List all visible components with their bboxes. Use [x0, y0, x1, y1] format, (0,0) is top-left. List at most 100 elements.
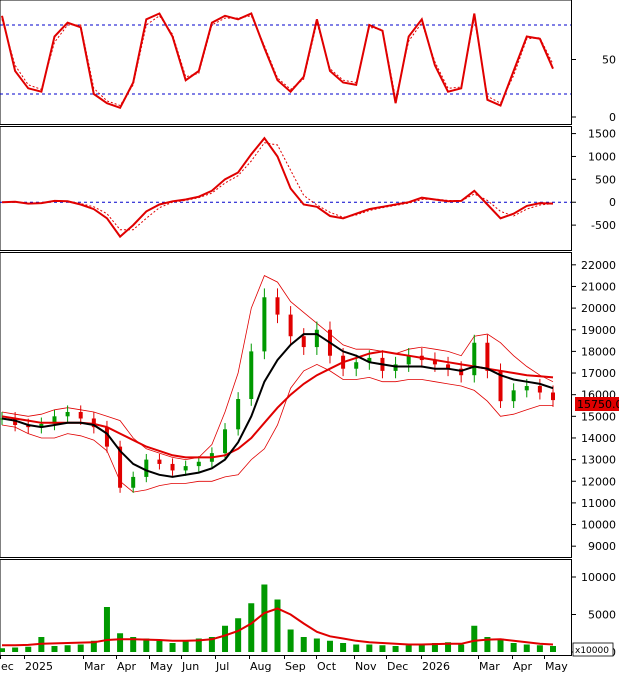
volume-bar	[64, 645, 71, 652]
price-tick-label: 18000	[581, 345, 616, 358]
volume-bar	[25, 646, 32, 652]
stock-chart-window: 50 0 1500 1000 500 0 -500 22000 21000 20000 1900…	[0, 0, 619, 673]
volume-unit-label: x10000	[572, 642, 614, 657]
volume-tick-label: 10000	[581, 571, 616, 584]
candle-body	[485, 342, 490, 371]
chart-background	[0, 0, 619, 673]
stochastic-tick-label: 50	[602, 54, 616, 67]
candle-body	[65, 411, 70, 417]
candle-body	[144, 459, 149, 477]
volume-bar	[340, 643, 347, 652]
x-tick-label: Dec	[387, 660, 408, 673]
price-tick-label: 15000	[581, 410, 616, 423]
volume-bar	[287, 629, 294, 652]
price-tick-label: 21000	[581, 280, 616, 293]
volume-bar	[0, 648, 5, 652]
candle-body	[170, 463, 175, 471]
volume-bar	[103, 607, 110, 652]
price-tick-label: 22000	[581, 259, 616, 272]
x-tick-label: 2026	[422, 660, 450, 673]
volume-unit-text: x10000	[575, 646, 609, 656]
candle-body	[262, 297, 267, 352]
volume-bar	[222, 625, 229, 652]
x-tick-label: Apr	[117, 660, 137, 673]
volume-bar	[51, 646, 58, 652]
candle-body	[183, 466, 188, 471]
volume-bar	[12, 647, 19, 652]
volume-bar	[418, 644, 425, 652]
macd-tick-label: -500	[591, 219, 616, 232]
volume-bar	[458, 644, 465, 652]
volume-bar	[300, 637, 307, 652]
x-tick-label: May	[150, 660, 173, 673]
volume-bar	[77, 644, 84, 652]
price-tick-label: 11000	[581, 497, 616, 510]
volume-bar	[405, 645, 412, 652]
candle-body	[354, 362, 359, 369]
price-tick-label: 10000	[581, 519, 616, 532]
x-tick-label: 2025	[25, 660, 53, 673]
volume-bar	[313, 638, 320, 652]
x-tick-label: Jun	[181, 660, 199, 673]
candle-body	[131, 476, 136, 488]
price-tick-label: 13000	[581, 454, 616, 467]
volume-bar	[156, 640, 163, 652]
x-tick-label: Sep	[285, 660, 306, 673]
volume-bar	[536, 645, 543, 652]
volume-bar	[326, 640, 333, 652]
last-price-tag: 15750.00	[575, 397, 619, 411]
candle-body	[301, 336, 306, 348]
price-tick-label: 14000	[581, 432, 616, 445]
candle-body	[524, 386, 529, 391]
candle-body	[406, 355, 411, 365]
price-tick-label: 19000	[581, 324, 616, 337]
volume-tick-label: 5000	[588, 609, 616, 622]
candle-body	[275, 297, 280, 315]
candle-body	[537, 386, 542, 393]
candle-body	[288, 314, 293, 337]
candle-body	[196, 461, 201, 467]
volume-bar	[169, 643, 176, 652]
price-tick-label: 17000	[581, 367, 616, 380]
chart-canvas: 500 150010005000-500 2200021000200001900…	[0, 0, 619, 673]
x-tick-label: Oct	[317, 660, 337, 673]
volume-bar	[550, 646, 556, 652]
volume-bar	[248, 603, 255, 652]
candle-body	[78, 411, 83, 419]
candle-body	[157, 459, 162, 464]
x-tick-label: Jul	[215, 660, 229, 673]
x-tick-label: ec	[1, 660, 14, 673]
price-tick-label: 9000	[588, 540, 616, 553]
volume-bar	[366, 644, 373, 652]
candle-body	[236, 399, 241, 430]
last-price-tag-text: 15750.00	[577, 398, 619, 411]
volume-bar	[235, 618, 242, 652]
x-tick-label: May	[545, 660, 568, 673]
volume-bar	[117, 633, 124, 652]
volume-bar	[392, 646, 399, 652]
macd-tick-label: 0	[609, 196, 616, 209]
volume-bar	[261, 584, 268, 652]
volume-bar	[182, 640, 189, 652]
volume-bar	[471, 625, 478, 652]
volume-bar	[523, 644, 530, 652]
volume-bar	[510, 643, 517, 652]
macd-tick-label: 1500	[588, 128, 616, 141]
candle-body	[249, 351, 254, 400]
candle-body	[551, 392, 555, 401]
candle-body	[223, 429, 228, 454]
x-tick-label: Apr	[513, 660, 533, 673]
candle-body	[314, 329, 319, 348]
volume-bar	[274, 599, 281, 652]
candle-body	[472, 342, 477, 376]
stochastic-tick-label: 0	[609, 111, 616, 124]
x-tick-label: Mar	[84, 660, 105, 673]
x-tick-label: Aug	[250, 660, 271, 673]
macd-tick-label: 1000	[588, 150, 616, 163]
volume-bar	[353, 644, 360, 652]
price-tick-label: 20000	[581, 302, 616, 315]
volume-bar	[379, 645, 386, 652]
macd-tick-label: 500	[595, 173, 616, 186]
price-tick-label: 12000	[581, 475, 616, 488]
x-tick-label: Nov	[355, 660, 377, 673]
